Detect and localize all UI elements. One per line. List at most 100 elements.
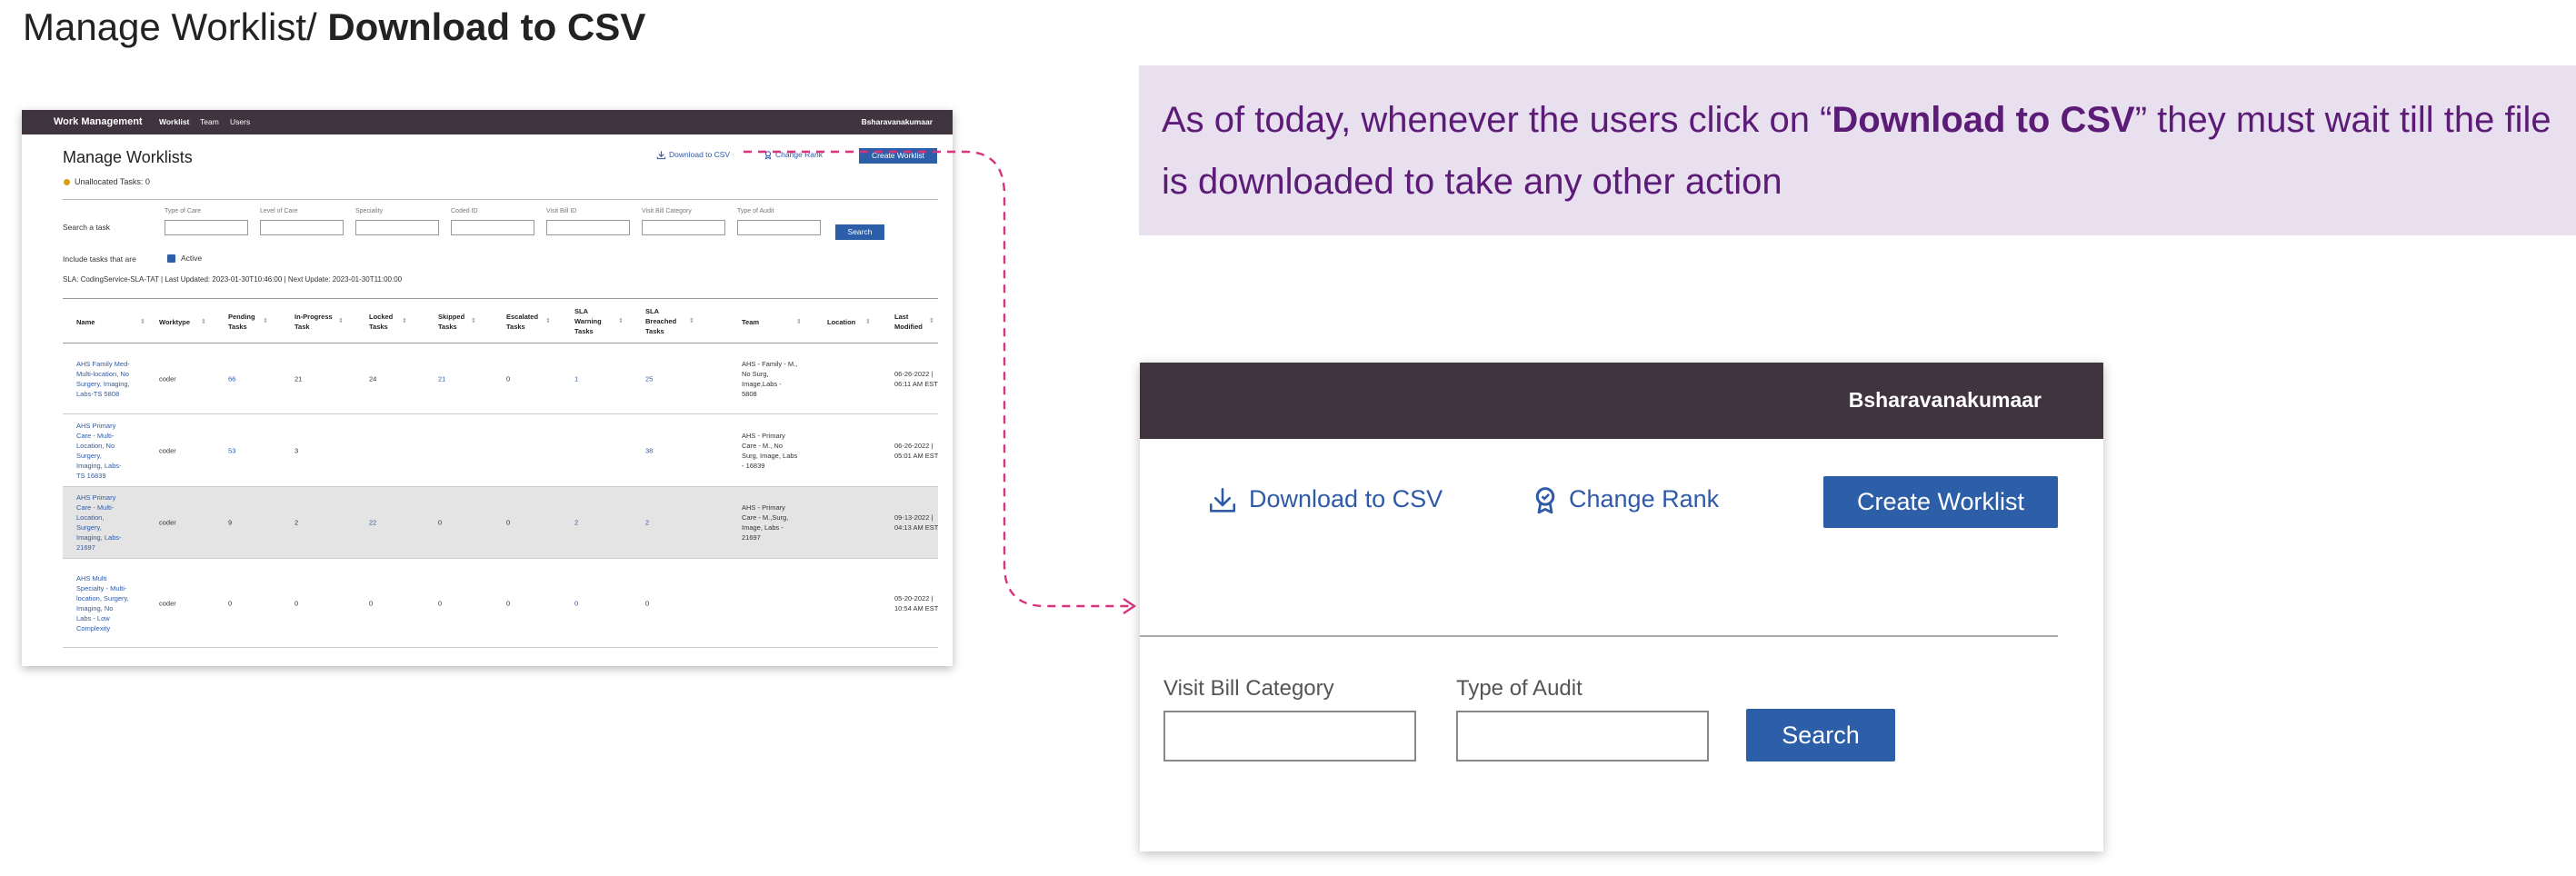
filter-input[interactable] [546,220,630,235]
sla-breached-cell[interactable]: 25 [645,373,653,383]
filter-label: Coded ID [451,208,478,214]
column-header[interactable]: In-Progress Task ⇕ [295,312,344,332]
filter-input[interactable] [355,220,439,235]
include-tasks-label: Include tasks that are [63,254,136,264]
sort-icon[interactable]: ⇕ [929,316,934,326]
type-of-audit-input[interactable] [1456,711,1709,762]
download-csv-link[interactable]: Download to CSV [1207,483,1443,516]
column-header[interactable]: Skipped Tasks ⇕ [438,312,476,332]
inprogress-cell: 3 [295,446,299,454]
user-name[interactable]: Bsharavanakumaar [1849,388,2042,413]
column-header[interactable]: Team ⇕ [742,317,802,327]
worklist-name-link[interactable]: AHS Primary Care - Multi-Location, No Su… [76,421,129,481]
sort-icon[interactable]: ⇕ [338,316,344,326]
column-header[interactable]: Location ⇕ [827,317,871,327]
filter-input[interactable] [451,220,534,235]
column-header[interactable]: Pending Tasks ⇕ [228,312,268,332]
column-header[interactable]: Escalated Tasks ⇕ [506,312,551,332]
pending-cell[interactable]: 66 [228,373,235,383]
sort-icon[interactable]: ⇕ [201,317,206,327]
search-button[interactable]: Search [1746,709,1895,762]
worklist-name-link[interactable]: AHS Family Med-Multi-location, No Surger… [76,359,138,399]
sort-icon[interactable]: ⇕ [689,316,694,326]
active-checkbox[interactable]: Active [167,254,203,264]
sla-warning-cell[interactable]: 0 [574,598,578,608]
nav-link-team[interactable]: Team [200,117,219,126]
sla-breached-cell[interactable]: 38 [645,445,653,455]
column-title: SLA Warning Tasks [574,307,602,335]
worklist-name-link[interactable]: AHS Primary Care - Multi-Location, Surge… [76,493,129,552]
app-brand: Work Management [54,116,143,127]
sort-icon[interactable]: ⇕ [865,317,871,327]
pending-cell[interactable]: 53 [228,445,235,455]
callout-box: As of today, whenever the users click on… [1139,65,2576,235]
sort-icon[interactable]: ⇕ [140,317,145,327]
column-header[interactable]: Last Modified ⇕ [894,312,934,332]
filter-type-of-audit: Type of Audit [737,207,821,235]
callout-text: As of today, whenever the users click on… [1162,89,2561,213]
create-worklist-button[interactable]: Create Worklist [859,148,937,164]
modified-cell: 06-26-2022 | 06:11 AM EST [894,369,938,388]
change-rank-link[interactable]: Change Rank [764,150,823,160]
worklist-screenshot: Work Management Worklist Team Users Bsha… [22,110,953,666]
sla-warning-cell[interactable]: 2 [574,518,578,528]
search-button[interactable]: Search [835,224,884,240]
sort-icon[interactable]: ⇕ [618,316,624,326]
download-label: Download to CSV [669,150,731,159]
sort-icon[interactable]: ⇕ [402,316,407,326]
filter-label: Type of Care [165,208,202,214]
pending-cell[interactable]: 9 [228,518,232,528]
filter-input[interactable] [737,220,821,235]
nav-link-users[interactable]: Users [230,117,250,126]
filter-input[interactable] [642,220,725,235]
modified-cell: 05-20-2022 | 10:54 AM EST [894,593,939,612]
column-title: Team [742,318,760,326]
column-title: SLA Breached Tasks [645,307,677,335]
filter-label: Level of Care [260,208,298,214]
sort-icon[interactable]: ⇕ [545,316,551,326]
visit-bill-category-input[interactable] [1163,711,1416,762]
column-header[interactable]: Locked Tasks ⇕ [369,312,407,332]
user-name[interactable]: Bsharavanakumaar [862,117,933,126]
nav-link-worklist[interactable]: Worklist [159,117,189,126]
sort-icon[interactable]: ⇕ [471,316,476,326]
table-row[interactable]: AHS Family Med-Multi-location, No Surger… [63,343,938,414]
worklist-name-link[interactable]: AHS Multi Specialty - Multi-location, Su… [76,573,129,633]
type-of-audit-label: Type of Audit [1456,676,1583,701]
download-csv-link[interactable]: Download to CSV [656,150,730,160]
filter-input[interactable] [165,220,248,235]
sort-icon[interactable]: ⇕ [796,317,802,327]
divider [1140,635,2058,637]
sort-icon[interactable]: ⇕ [263,316,268,326]
unallocated-tasks: Unallocated Tasks: 0 [64,177,150,186]
create-worklist-button[interactable]: Create Worklist [1823,476,2058,528]
change-rank-link[interactable]: Change Rank [1533,483,1719,516]
escalated-cell: 0 [506,599,511,607]
table-row[interactable]: AHS Primary Care - Multi-Location, No Su… [63,414,938,487]
sla-breached-cell[interactable]: 2 [645,518,649,528]
column-header[interactable]: Name ⇕ [76,317,145,327]
skipped-cell[interactable]: 21 [438,373,445,383]
table-row[interactable]: AHS Primary Care - Multi-Location, Surge… [63,487,938,559]
callout-text-part: As of today, whenever the users click on… [1162,100,1832,140]
filter-coded-id: Coded ID [451,207,534,235]
column-title: Worktype [159,318,191,326]
column-header[interactable]: SLA Warning Tasks ⇕ [574,306,624,336]
column-header[interactable]: Worktype ⇕ [159,317,206,327]
column-header[interactable]: SLA Breached Tasks ⇕ [645,306,694,336]
inprogress-cell: 0 [295,599,299,607]
table-row[interactable]: AHS Multi Specialty - Multi-location, Su… [63,559,938,648]
locked-cell[interactable]: 22 [369,518,376,528]
filter-label: Speciality [355,208,383,214]
modified-cell: 09-13-2022 | 04:13 AM EST [894,513,939,532]
active-label: Active [181,254,203,263]
checkbox-checked-icon[interactable] [167,254,175,264]
worktype-cell: coder [159,374,176,383]
filter-input[interactable] [260,220,344,235]
pending-cell: 0 [228,599,233,607]
escalated-cell: 0 [506,374,511,383]
column-title: Last Modified [894,313,923,331]
worklist-table: Name ⇕ Worktype ⇕ Pending Tasks ⇕ In-Progre… [63,298,938,648]
worktype-cell: coder [159,446,176,454]
sla-warning-cell[interactable]: 1 [574,373,578,383]
